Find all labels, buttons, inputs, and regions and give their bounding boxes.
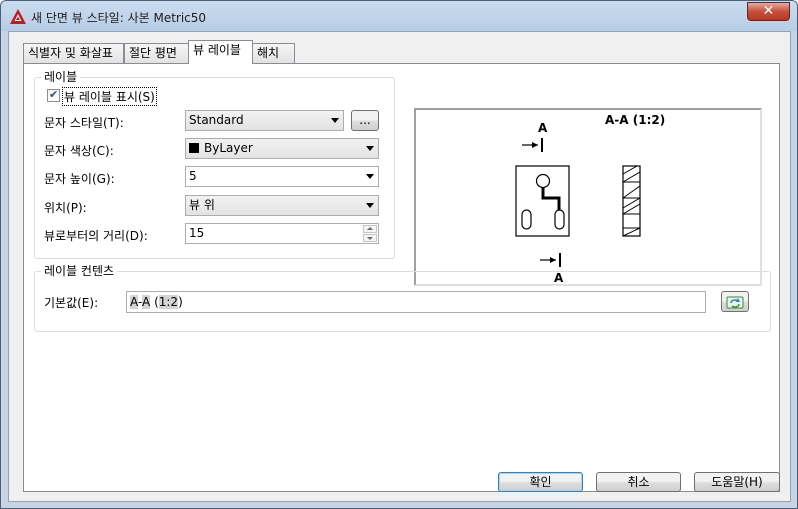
top-cutting-arrow-icon [522, 138, 543, 152]
spin-up-icon[interactable] [363, 225, 377, 233]
text-color-value: ByLayer [204, 141, 253, 155]
section-view-preview: A-A (1:2) A A [515, 113, 665, 284]
field-text: ( [150, 295, 159, 309]
preview-view-label: A-A (1:2) [605, 113, 665, 127]
location-dropdown[interactable]: 뷰 위 [185, 195, 379, 216]
window-title: 새 단면 뷰 스타일: 사본 Metric50 [31, 11, 207, 25]
text-height-combo[interactable]: 5 [185, 166, 379, 187]
insert-field-button[interactable] [721, 291, 749, 312]
text-style-browse-button[interactable]: ... [351, 110, 379, 131]
close-button[interactable]: ✕ [747, 2, 790, 21]
field-text: ) [178, 295, 183, 309]
spin-down-icon[interactable] [363, 234, 377, 242]
chevron-down-icon [366, 174, 374, 179]
tab-hatch[interactable]: 해치 [252, 43, 295, 63]
show-label-checkbox[interactable] [47, 88, 60, 102]
section-part-drawing [515, 165, 570, 237]
bottom-cutting-arrow-icon [540, 253, 561, 267]
distance-spinner[interactable]: 15 [185, 223, 379, 244]
text-height-value: 5 [189, 169, 197, 183]
label-groupbox: 레이블 뷰 레이블 표시(S) 문자 스타일(T): Standard ... … [34, 70, 395, 259]
color-swatch [189, 143, 199, 153]
label-contents-legend: 레이블 컨텐츠 [41, 264, 118, 278]
text-color-dropdown[interactable]: ByLayer [185, 138, 379, 159]
dialog-client: 식별자 및 화살표 절단 평면 뷰 레이블 해치 레이블 뷰 레이블 표시(S)… [8, 31, 791, 502]
default-value-label: 기본값(E): [44, 296, 99, 310]
text-height-label: 문자 높이(G): [44, 172, 115, 186]
tab-identifiers-arrows[interactable]: 식별자 및 화살표 [23, 43, 124, 63]
field-update-icon [726, 296, 744, 309]
text-style-value: Standard [189, 113, 244, 127]
location-label: 위치(P): [44, 201, 87, 215]
label-group-legend: 레이블 [41, 70, 81, 84]
distance-value: 15 [189, 226, 205, 240]
distance-label: 뷰로부터의 거리(D): [44, 229, 148, 243]
tab-panel-view-label: 레이블 뷰 레이블 표시(S) 문자 스타일(T): Standard ... … [23, 63, 780, 492]
show-label-text[interactable]: 뷰 레이블 표시(S) [62, 87, 157, 106]
preview-top-identifier: A [538, 121, 548, 135]
field-token: A [130, 295, 138, 309]
text-color-label: 문자 색상(C): [44, 144, 114, 158]
text-style-label: 문자 스타일(T): [44, 116, 124, 130]
chevron-down-icon [366, 146, 374, 151]
dialog-window: 새 단면 뷰 스타일: 사본 Metric50 ✕ 식별자 및 화살표 절단 평… [0, 0, 798, 509]
ok-button[interactable]: 확인 [498, 472, 583, 492]
location-value: 뷰 위 [189, 198, 215, 212]
text-style-dropdown[interactable]: Standard [185, 110, 344, 131]
title-bar[interactable]: 새 단면 뷰 스타일: 사본 Metric50 ✕ [1, 1, 797, 31]
default-value-field[interactable]: A-A (1:2) [126, 291, 706, 313]
section-hatch-drawing [622, 165, 641, 237]
field-token: 1:2 [158, 295, 179, 309]
help-button[interactable]: 도움말(H) [694, 472, 780, 492]
chevron-down-icon [366, 203, 374, 208]
tab-view-label[interactable]: 뷰 레이블 [188, 40, 253, 64]
cancel-button[interactable]: 취소 [596, 472, 681, 492]
chevron-down-icon [331, 118, 339, 123]
autocad-logo-icon [10, 9, 26, 24]
preview-pane: A-A (1:2) A A [414, 108, 762, 286]
tab-cutting-plane[interactable]: 절단 평면 [124, 43, 189, 63]
label-contents-groupbox: 레이블 컨텐츠 기본값(E): A-A (1:2) [34, 264, 771, 332]
